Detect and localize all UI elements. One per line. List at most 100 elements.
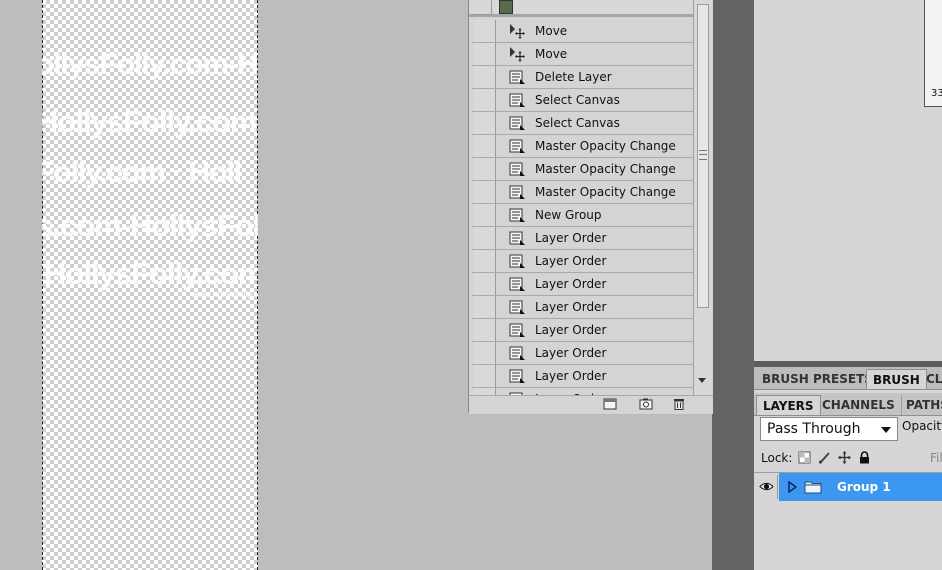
chevron-down-icon [881, 427, 891, 433]
lock-transparent-pixels-icon[interactable] [798, 451, 811, 464]
tab-layers[interactable]: LAYERS [756, 395, 821, 415]
history-brush-source-box[interactable] [474, 158, 496, 180]
history-state-icon [509, 346, 525, 360]
tab-brush[interactable]: BRUSH [866, 369, 927, 389]
tab-brush-presets[interactable]: BRUSH PRESETS [756, 369, 880, 389]
history-item-label: Move [535, 47, 568, 61]
history-brush-source-box[interactable] [474, 112, 496, 134]
history-state-icon [509, 208, 525, 222]
history-state-icon [509, 369, 525, 383]
scroll-grip-icon [699, 150, 707, 160]
history-brush-source-box[interactable] [474, 135, 496, 157]
create-snapshot-icon[interactable] [639, 398, 653, 410]
blend-mode-select[interactable]: Pass Through [760, 417, 898, 441]
history-item-label: Layer Order [535, 300, 607, 314]
history-scrollbar[interactable] [693, 0, 712, 395]
watermark-line: HollysFolly.com [42, 104, 257, 139]
watermark-line: Folly.com · Holl [42, 156, 242, 189]
history-item[interactable]: Layer Order [472, 296, 693, 319]
history-state-icon [509, 277, 525, 291]
history-state-icon [509, 185, 525, 199]
history-state-icon [509, 70, 525, 84]
history-brush-source-box[interactable] [474, 319, 496, 341]
delete-state-icon[interactable] [672, 398, 686, 410]
lock-position-icon[interactable] [838, 451, 851, 464]
history-item[interactable]: Layer Order [472, 319, 693, 342]
history-brush-source-box[interactable] [474, 342, 496, 364]
history-item-label: Layer Order [535, 346, 607, 360]
lock-all-icon[interactable] [858, 451, 871, 464]
history-list: Move Move Delete Layer Select Canvas Select … [472, 20, 693, 395]
history-state-icon [509, 116, 525, 130]
move-tool-icon [510, 24, 525, 39]
layer-name[interactable]: Group 1 [837, 480, 891, 494]
document-canvas[interactable]: ollysFolly.com-H HollysFolly.com Folly.c… [42, 0, 258, 570]
history-item-label: Master Opacity Change [535, 139, 676, 153]
history-brush-source-box[interactable] [474, 365, 496, 387]
new-document-from-state-icon[interactable] [603, 398, 617, 410]
history-item[interactable]: Layer Order [472, 365, 693, 388]
history-item[interactable]: Layer Order [472, 273, 693, 296]
history-item[interactable]: Move [472, 43, 693, 66]
tab-channels[interactable]: CHANNELS [816, 395, 902, 415]
tab-clone-source[interactable]: CL [920, 369, 942, 389]
navigator-preview[interactable]: 33 [924, 0, 942, 107]
history-state-icon [509, 323, 525, 337]
history-item[interactable]: Layer Order [472, 388, 693, 395]
scroll-down-arrow-icon[interactable] [698, 378, 706, 383]
history-item[interactable]: Layer Order [472, 250, 693, 273]
watermark-line: HollysFolly.com [44, 256, 258, 291]
history-state-icon [509, 162, 525, 176]
eye-icon [759, 482, 774, 491]
expand-triangle-icon[interactable] [788, 481, 797, 493]
history-item-label: Move [535, 24, 568, 38]
folder-icon [804, 481, 822, 494]
history-item[interactable]: Select Canvas [472, 89, 693, 112]
history-item-label: Delete Layer [535, 70, 612, 84]
layer-row-group-1[interactable]: Group 1 [754, 473, 942, 501]
blend-mode-value: Pass Through [767, 421, 861, 437]
history-state-icon [509, 300, 525, 314]
tab-paths[interactable]: PATHS [900, 395, 942, 415]
history-state-icon [509, 254, 525, 268]
watermark-line: ollysFolly.com-H [42, 48, 258, 81]
layers-panel: Pass Through Opacity Lock: Fil [754, 416, 942, 570]
history-item-label: Layer Order [535, 323, 607, 337]
history-item-label: New Group [535, 208, 602, 222]
history-item[interactable]: Select Canvas [472, 112, 693, 135]
opacity-label: Opacity [902, 419, 942, 433]
history-brush-source-box[interactable] [474, 20, 496, 42]
history-item[interactable]: Delete Layer [472, 66, 693, 89]
history-panel: Move Move Delete Layer Select Canvas Select … [468, 0, 713, 414]
history-brush-source-box[interactable] [474, 181, 496, 203]
watermark-small: www.hollysfolly.com [192, 290, 258, 299]
history-brush-source-box[interactable] [473, 0, 492, 15]
history-brush-source-box[interactable] [474, 43, 496, 65]
history-item[interactable]: Master Opacity Change [472, 135, 693, 158]
history-item[interactable]: New Group [472, 204, 693, 227]
history-brush-source-box[interactable] [474, 250, 496, 272]
history-item[interactable]: Layer Order [472, 227, 693, 250]
history-item-label: Master Opacity Change [535, 162, 676, 176]
history-item-label: Layer Order [535, 254, 607, 268]
history-brush-source-box[interactable] [474, 227, 496, 249]
lock-image-pixels-icon[interactable] [818, 451, 831, 464]
workspace-gutter [712, 0, 754, 570]
history-item-label: Layer Order [535, 277, 607, 291]
history-brush-source-box[interactable] [474, 204, 496, 226]
layers-tab-bar: LAYERS CHANNELS PATHS [754, 393, 942, 416]
history-item[interactable]: Master Opacity Change [472, 158, 693, 181]
history-item-label: Layer Order [535, 231, 607, 245]
history-item-label: Layer Order [535, 369, 607, 383]
history-brush-source-box[interactable] [474, 66, 496, 88]
history-snapshot-row[interactable] [469, 0, 693, 17]
snapshot-thumbnail [499, 0, 513, 14]
history-item[interactable]: Master Opacity Change [472, 181, 693, 204]
history-item[interactable]: Move [472, 20, 693, 43]
history-brush-source-box[interactable] [474, 89, 496, 111]
layer-visibility-toggle[interactable] [756, 475, 778, 499]
history-brush-source-box[interactable] [474, 388, 496, 395]
history-item[interactable]: Layer Order [472, 342, 693, 365]
history-brush-source-box[interactable] [474, 273, 496, 295]
history-brush-source-box[interactable] [474, 296, 496, 318]
